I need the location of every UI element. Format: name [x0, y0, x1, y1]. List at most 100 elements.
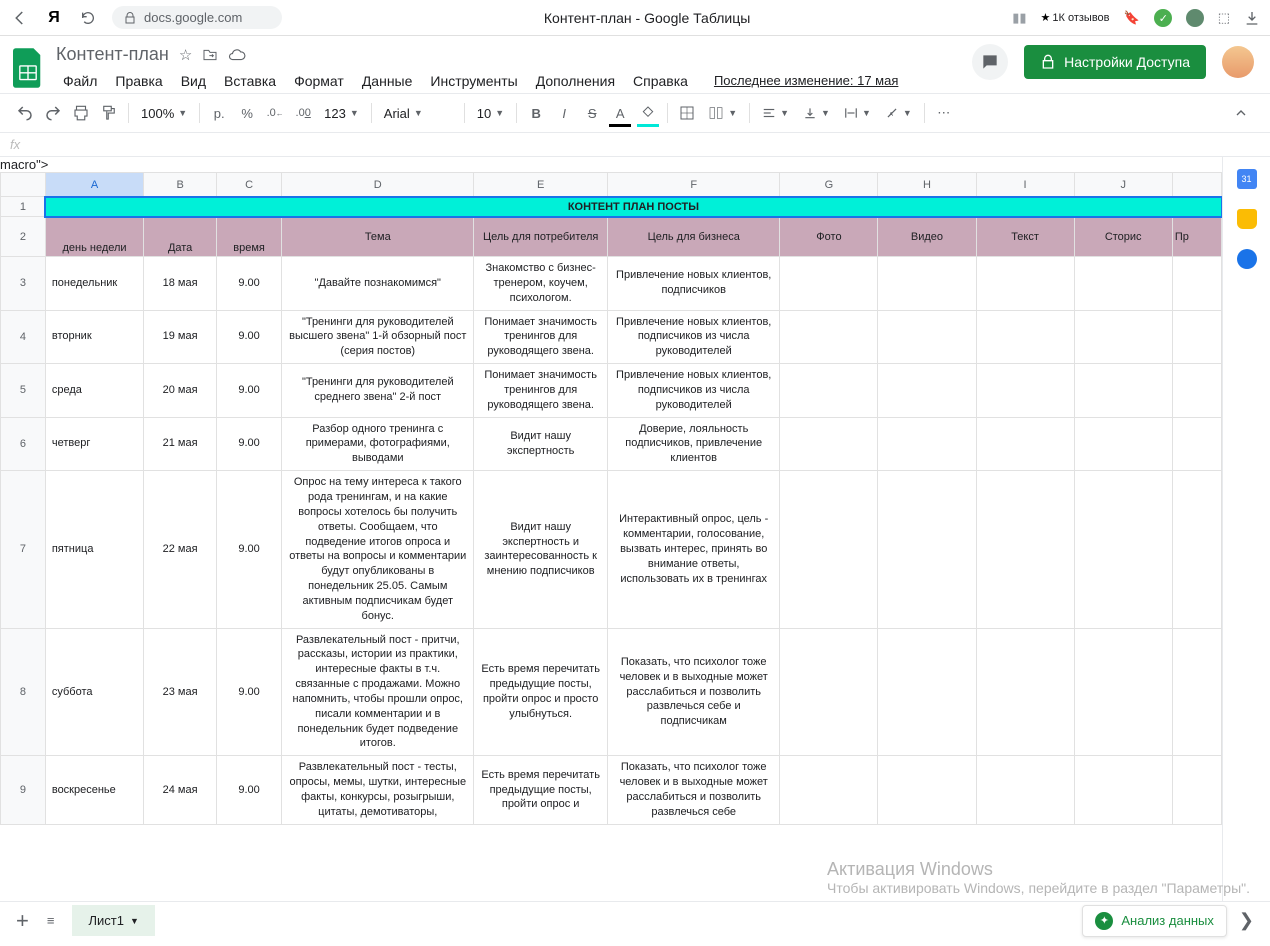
- zoom-select[interactable]: 100%▼: [135, 106, 193, 121]
- star-icon[interactable]: ☆: [179, 46, 192, 64]
- cell[interactable]: 18 мая: [144, 257, 217, 311]
- menu-file[interactable]: Файл: [56, 69, 104, 93]
- share-button[interactable]: Настройки Доступа: [1024, 45, 1206, 79]
- col-hdr-c[interactable]: C: [217, 173, 282, 197]
- cell[interactable]: [1172, 364, 1221, 418]
- row-hdr[interactable]: 5: [1, 364, 46, 418]
- cell[interactable]: 9.00: [217, 257, 282, 311]
- cell[interactable]: Разбор одного тренинга с примерами, фото…: [282, 417, 474, 471]
- cell[interactable]: [976, 471, 1074, 628]
- sheets-logo[interactable]: [8, 44, 48, 92]
- cell[interactable]: [780, 471, 878, 628]
- doc-title[interactable]: Контент-план: [56, 44, 169, 65]
- row-hdr[interactable]: 9: [1, 756, 46, 824]
- paint-format-icon[interactable]: [96, 100, 122, 126]
- cell[interactable]: [1172, 310, 1221, 364]
- hdr-day[interactable]: день недели: [45, 217, 143, 257]
- cell[interactable]: "Тренинги для руководителей среднего зве…: [282, 364, 474, 418]
- cell[interactable]: 9.00: [217, 471, 282, 628]
- move-icon[interactable]: [202, 47, 218, 63]
- cell[interactable]: [1074, 417, 1172, 471]
- cell[interactable]: [1074, 310, 1172, 364]
- cell[interactable]: Опрос на тему интереса к такого рода тре…: [282, 471, 474, 628]
- keep-icon[interactable]: [1237, 209, 1257, 229]
- cell[interactable]: [976, 310, 1074, 364]
- menu-format[interactable]: Формат: [287, 69, 351, 93]
- cell[interactable]: Знакомство с бизнес-тренером, коучем, пс…: [474, 257, 608, 311]
- reload-icon[interactable]: [78, 8, 98, 28]
- ext-shield-icon[interactable]: [1186, 9, 1204, 27]
- col-hdr-d[interactable]: D: [282, 173, 474, 197]
- tasks-icon[interactable]: [1237, 249, 1257, 269]
- more-toolbar-btn[interactable]: ⋯: [931, 100, 957, 126]
- cell[interactable]: пятница: [45, 471, 143, 628]
- col-hdr-i[interactable]: I: [976, 173, 1074, 197]
- inc-decimals-btn[interactable]: .00: [290, 100, 316, 126]
- hdr-photo[interactable]: Фото: [780, 217, 878, 257]
- merge-btn[interactable]: ▼: [702, 105, 743, 121]
- ext-box-icon[interactable]: ⬚: [1218, 10, 1230, 26]
- spreadsheet-grid[interactable]: macro"> A B C D E F G H I J 1 КОНТЕНТ ПЛ…: [0, 157, 1222, 901]
- row-hdr-2[interactable]: 2: [1, 217, 46, 257]
- cell[interactable]: [1172, 628, 1221, 756]
- cell[interactable]: Понимает значимость тренингов для руково…: [474, 364, 608, 418]
- cell[interactable]: [780, 257, 878, 311]
- cell[interactable]: [878, 417, 976, 471]
- cell[interactable]: [1172, 417, 1221, 471]
- col-hdr-j[interactable]: J: [1074, 173, 1172, 197]
- url-box[interactable]: docs.google.com: [112, 6, 282, 29]
- cell[interactable]: 24 мая: [144, 756, 217, 824]
- cell[interactable]: 9.00: [217, 628, 282, 756]
- select-all-corner[interactable]: [1, 173, 46, 197]
- print-icon[interactable]: [68, 100, 94, 126]
- cell[interactable]: Развлекательный пост - тесты, опросы, ме…: [282, 756, 474, 824]
- font-size-select[interactable]: 10▼: [471, 106, 510, 121]
- col-hdr-b[interactable]: B: [144, 173, 217, 197]
- cell[interactable]: [780, 417, 878, 471]
- formula-bar[interactable]: fx: [0, 133, 1270, 157]
- menu-help[interactable]: Справка: [626, 69, 695, 93]
- cell[interactable]: [878, 756, 976, 824]
- calendar-icon[interactable]: 31: [1237, 169, 1257, 189]
- cell[interactable]: Привлечение новых клиентов, подписчиков …: [607, 310, 780, 364]
- row-hdr-1[interactable]: 1: [1, 197, 46, 217]
- menu-view[interactable]: Вид: [174, 69, 213, 93]
- hdr-topic[interactable]: Тема: [282, 217, 474, 257]
- hdr-consumer-goal[interactable]: Цель для потребителя: [474, 217, 608, 257]
- bookmark-icon[interactable]: 🔖: [1124, 10, 1140, 26]
- text-color-btn[interactable]: A: [607, 100, 633, 126]
- hdr-video[interactable]: Видео: [878, 217, 976, 257]
- cell[interactable]: Показать, что психолог тоже человек и в …: [607, 628, 780, 756]
- row-hdr[interactable]: 8: [1, 628, 46, 756]
- row-hdr[interactable]: 3: [1, 257, 46, 311]
- cell[interactable]: Привлечение новых клиентов, подписчиков: [607, 257, 780, 311]
- cell[interactable]: [878, 310, 976, 364]
- cell[interactable]: [1074, 756, 1172, 824]
- col-hdr-f[interactable]: F: [607, 173, 780, 197]
- explore-button[interactable]: ✦ Анализ данных: [1082, 905, 1227, 937]
- menu-data[interactable]: Данные: [355, 69, 420, 93]
- cell[interactable]: Видит нашу экспертность и заинтересованн…: [474, 471, 608, 628]
- percent-btn[interactable]: %: [234, 100, 260, 126]
- cell[interactable]: суббота: [45, 628, 143, 756]
- cell[interactable]: [1074, 471, 1172, 628]
- cell[interactable]: [878, 471, 976, 628]
- cell[interactable]: Есть время перечитать предыдущие посты, …: [474, 628, 608, 756]
- avatar[interactable]: [1222, 46, 1254, 78]
- cell[interactable]: "Тренинги для руководителей высшего звен…: [282, 310, 474, 364]
- cell[interactable]: [1172, 257, 1221, 311]
- row-hdr[interactable]: 6: [1, 417, 46, 471]
- cell[interactable]: Привлечение новых клиентов, подписчиков …: [607, 364, 780, 418]
- cell[interactable]: [878, 364, 976, 418]
- cell[interactable]: [1172, 471, 1221, 628]
- cell[interactable]: Есть время перечитать предыдущие посты, …: [474, 756, 608, 824]
- cell[interactable]: [976, 417, 1074, 471]
- back-icon[interactable]: [10, 8, 30, 28]
- col-hdr-e[interactable]: E: [474, 173, 608, 197]
- ext-green-icon[interactable]: ✓: [1154, 9, 1172, 27]
- cell[interactable]: Понимает значимость тренингов для руково…: [474, 310, 608, 364]
- cell[interactable]: Видит нашу экспертность: [474, 417, 608, 471]
- cell[interactable]: 9.00: [217, 310, 282, 364]
- undo-icon[interactable]: [12, 100, 38, 126]
- number-format-select[interactable]: 123▼: [318, 106, 365, 121]
